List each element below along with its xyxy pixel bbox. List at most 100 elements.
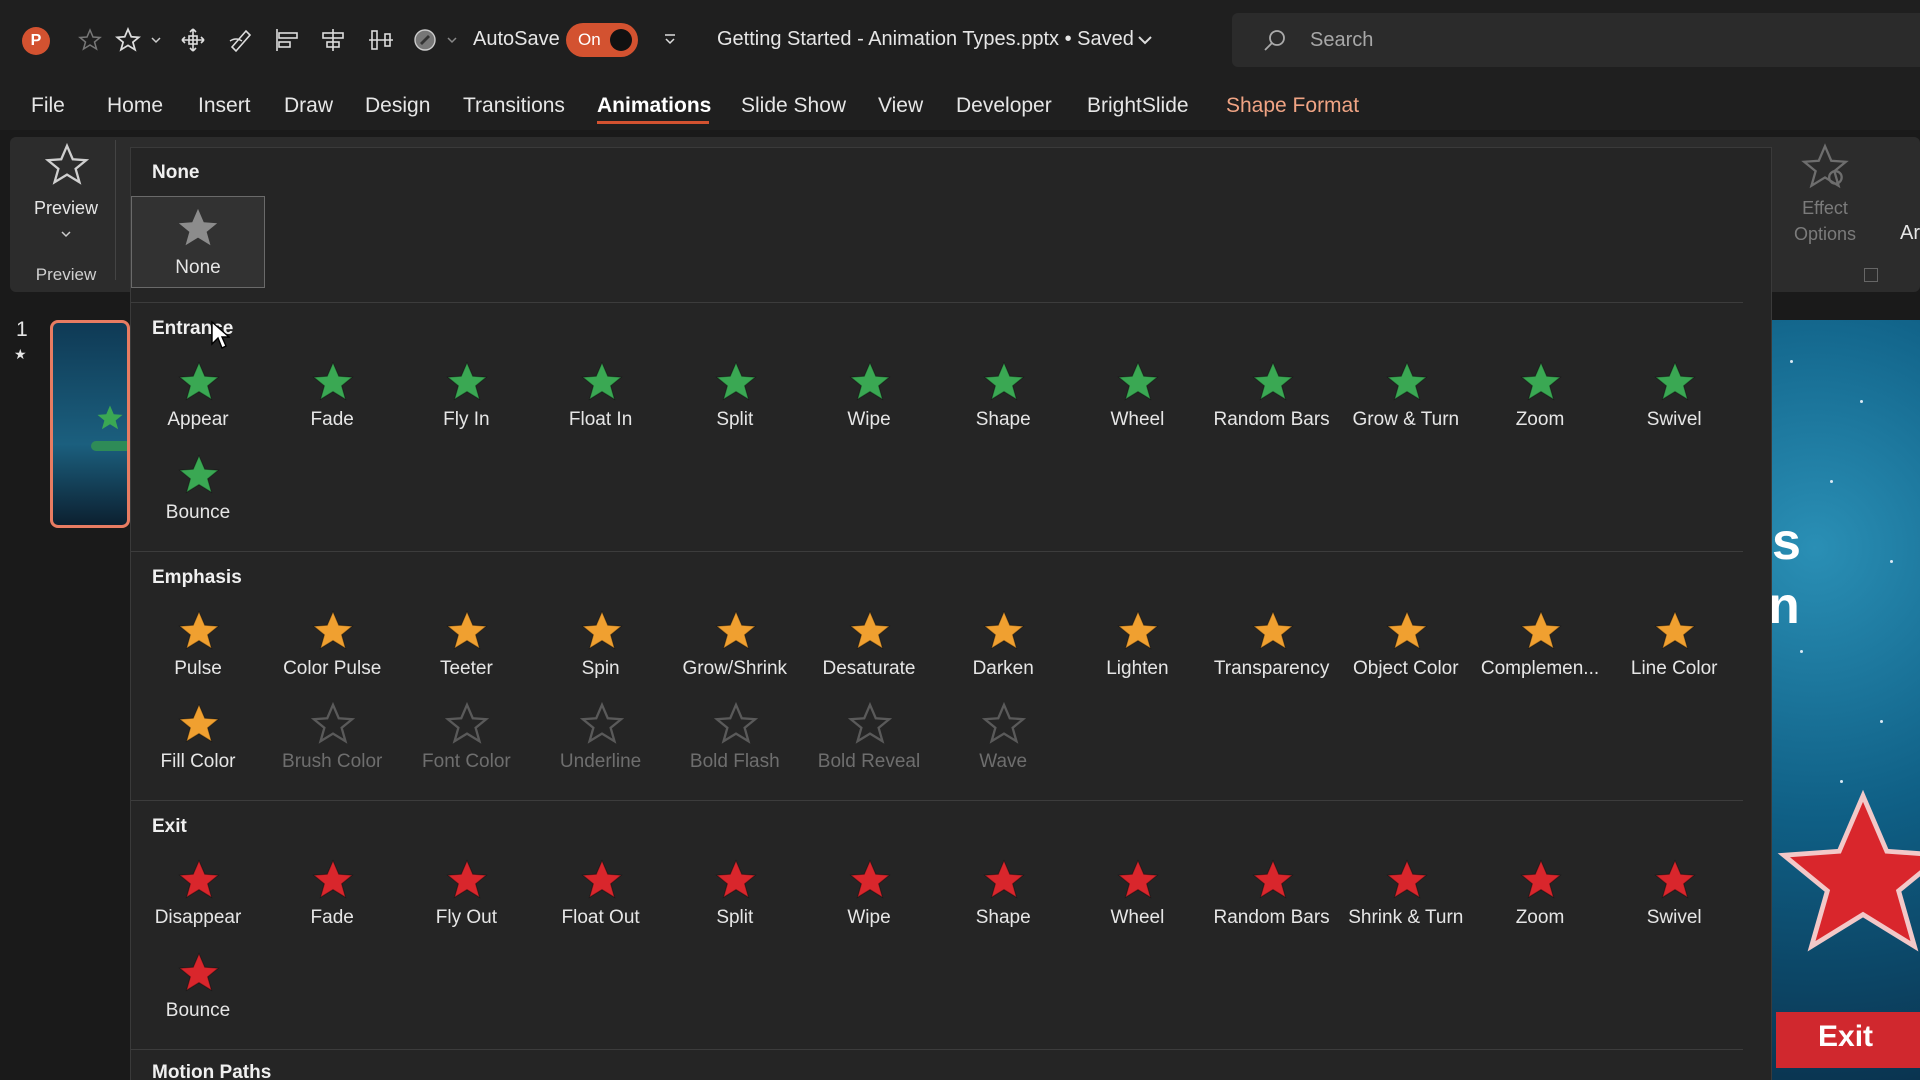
emphasis-grow-shrink-item[interactable]: Grow/Shrink (668, 606, 802, 696)
entrance-float-in-item[interactable]: Float In (534, 357, 668, 447)
entrance-grow-turn-item[interactable]: Grow & Turn (1339, 357, 1473, 447)
star-dot (1830, 480, 1833, 483)
emphasis-wave-item: Wave (936, 699, 1070, 789)
ribbon-tabs: File Home Insert Draw Design Transitions… (0, 80, 1920, 130)
entrance-wipe-item[interactable]: Wipe (802, 357, 936, 447)
align-left-icon[interactable] (272, 24, 302, 56)
chevron-down-icon[interactable] (148, 24, 164, 56)
star-outline-icon[interactable] (76, 24, 104, 56)
entrance-appear-item[interactable]: Appear (131, 357, 265, 447)
animation-star-icon (1117, 361, 1160, 401)
section-divider (131, 1049, 1743, 1050)
group-divider (115, 140, 116, 280)
emphasis-desaturate-item[interactable]: Desaturate (802, 606, 936, 696)
exit-fly-out-item[interactable]: Fly Out (399, 855, 533, 945)
emphasis-darken-item[interactable]: Darken (936, 606, 1070, 696)
slide-thumbnail[interactable] (50, 320, 130, 528)
animation-star-icon (847, 701, 893, 744)
exit-bounce-item[interactable]: Bounce (131, 948, 265, 1038)
exit-random-bars-item[interactable]: Random Bars (1205, 855, 1339, 945)
exit-swivel-item[interactable]: Swivel (1607, 855, 1741, 945)
powerpoint-logo-icon: P (22, 27, 50, 55)
emphasis-complemen-item[interactable]: Complemen... (1473, 606, 1607, 696)
search-box[interactable]: Search (1232, 13, 1920, 67)
emphasis-line-color-item[interactable]: Line Color (1607, 606, 1741, 696)
exit-disappear-item[interactable]: Disappear (131, 855, 265, 945)
align-center-icon[interactable] (318, 24, 348, 56)
tab-insert[interactable]: Insert (198, 94, 251, 118)
entrance-random-bars-item[interactable]: Random Bars (1205, 357, 1339, 447)
entrance-shape-item[interactable]: Shape (936, 357, 1070, 447)
tab-brightslide[interactable]: BrightSlide (1087, 94, 1189, 118)
tab-file[interactable]: File (31, 94, 65, 118)
animation-star-icon (579, 701, 624, 744)
entrance-split-item[interactable]: Split (668, 357, 802, 447)
tab-slide-show[interactable]: Slide Show (741, 94, 846, 118)
tab-design[interactable]: Design (365, 94, 430, 118)
emphasis-lighten-item[interactable]: Lighten (1070, 606, 1204, 696)
tab-draw[interactable]: Draw (284, 94, 333, 118)
entrance-wheel-item[interactable]: Wheel (1070, 357, 1204, 447)
chevron-down-icon[interactable] (1135, 30, 1155, 50)
animation-item-label: Split (716, 907, 754, 928)
star-add-icon[interactable] (114, 24, 142, 56)
chevron-down-icon (61, 231, 71, 238)
red-star-icon[interactable] (1768, 780, 1920, 970)
animation-star-icon (1520, 610, 1562, 650)
exit-shape-item[interactable]: Shape (936, 855, 1070, 945)
tab-home[interactable]: Home (107, 94, 163, 118)
tab-shape-format[interactable]: Shape Format (1226, 94, 1359, 118)
preview-button[interactable]: Preview (20, 140, 112, 250)
animation-star-icon (1386, 610, 1428, 650)
shape-fill-icon[interactable] (410, 24, 440, 56)
document-title[interactable]: Getting Started - Animation Types.pptx •… (717, 28, 1134, 51)
effect-options-label-2: Options (1793, 224, 1857, 244)
animation-item-label: Bold Flash (689, 751, 780, 772)
animation-item-label: Random Bars (1213, 409, 1330, 430)
emphasis-object-color-item[interactable]: Object Color (1339, 606, 1473, 696)
draw-pen-icon[interactable] (226, 24, 256, 56)
exit-wipe-item[interactable]: Wipe (802, 855, 936, 945)
entrance-fade-item[interactable]: Fade (265, 357, 399, 447)
animation-none-item[interactable]: None (131, 196, 265, 288)
emphasis-spin-item[interactable]: Spin (534, 606, 668, 696)
emphasis-color-pulse-item[interactable]: Color Pulse (265, 606, 399, 696)
tab-developer[interactable]: Developer (956, 94, 1052, 118)
entrance-zoom-item[interactable]: Zoom (1473, 357, 1607, 447)
tab-animations[interactable]: Animations (597, 94, 711, 118)
emphasis-pulse-item[interactable]: Pulse (131, 606, 265, 696)
animation-item-label: Wipe (847, 907, 891, 928)
emphasis-transparency-item[interactable]: Transparency (1205, 606, 1339, 696)
section-divider (131, 800, 1743, 801)
move-icon[interactable] (178, 24, 208, 56)
exit-fade-item[interactable]: Fade (265, 855, 399, 945)
animation-star-icon (1251, 859, 1294, 899)
entrance-swivel-item[interactable]: Swivel (1607, 357, 1741, 447)
chevron-down-icon[interactable] (444, 24, 460, 56)
mouse-cursor-icon (211, 320, 230, 349)
section-divider (131, 551, 1743, 552)
emphasis-teeter-item[interactable]: Teeter (399, 606, 533, 696)
entrance-fly-in-item[interactable]: Fly In (399, 357, 533, 447)
animation-item-label: Desaturate (822, 658, 916, 679)
powerpoint-window: P AutoSave On Getting Started - Animatio… (0, 0, 1920, 1080)
tab-view[interactable]: View (878, 94, 923, 118)
autosave-toggle[interactable]: On (566, 23, 638, 57)
animation-star-icon (1251, 361, 1294, 401)
dialog-launcher-icon[interactable] (1864, 268, 1878, 282)
exit-shrink-turn-item[interactable]: Shrink & Turn (1339, 855, 1473, 945)
tab-transitions[interactable]: Transitions (463, 94, 565, 118)
effect-options-button[interactable]: Effect Options (1772, 140, 1878, 250)
entrance-bounce-item[interactable]: Bounce (131, 450, 265, 540)
distribute-icon[interactable] (366, 24, 396, 56)
emphasis-fill-color-item[interactable]: Fill Color (131, 699, 265, 789)
thumbnail-pill (91, 441, 127, 451)
customize-qat-icon[interactable] (658, 24, 682, 56)
exit-float-out-item[interactable]: Float Out (534, 855, 668, 945)
animation-item-label: Random Bars (1213, 907, 1330, 928)
animation-item-label: Float Out (561, 907, 640, 928)
exit-wheel-item[interactable]: Wheel (1070, 855, 1204, 945)
exit-zoom-item[interactable]: Zoom (1473, 855, 1607, 945)
star-dot (1860, 400, 1863, 403)
exit-split-item[interactable]: Split (668, 855, 802, 945)
